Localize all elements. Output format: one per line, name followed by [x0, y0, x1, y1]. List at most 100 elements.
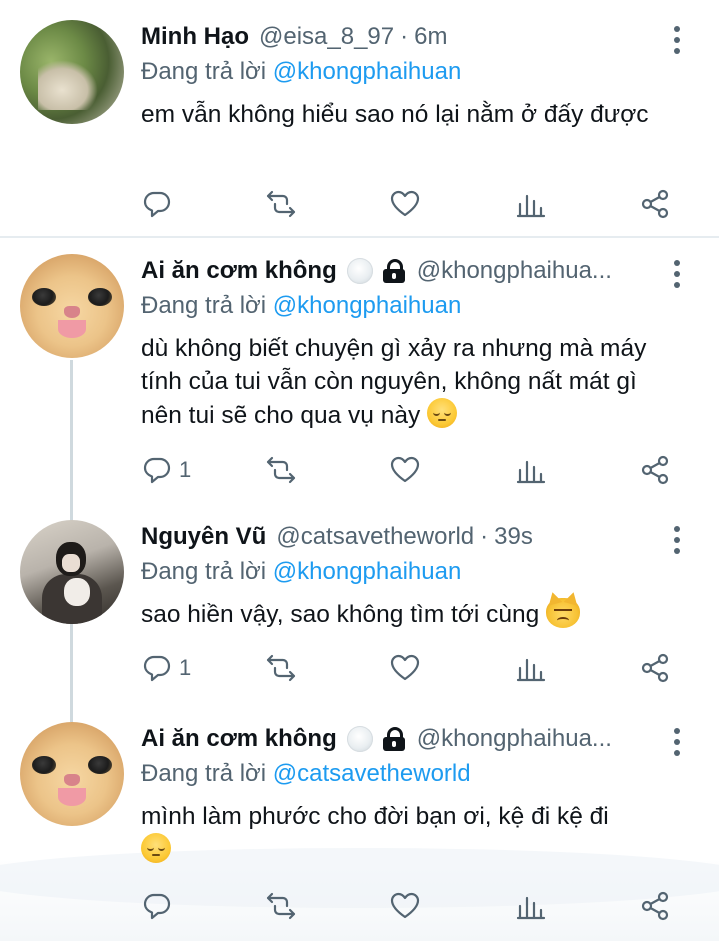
timestamp[interactable]: 39s	[494, 523, 533, 551]
tweet-divider	[0, 236, 719, 238]
cloud-badge-icon	[346, 726, 373, 752]
tweet-actions	[141, 186, 681, 222]
reply-mention-link[interactable]: @khongphaihuan	[273, 292, 462, 319]
retweet-button[interactable]	[265, 888, 297, 924]
tweet-1[interactable]: Minh Hạo @eisa_8_97 · 6m Đang trả lời @k…	[0, 20, 719, 234]
reply-icon	[143, 191, 171, 218]
avatar[interactable]	[20, 722, 124, 826]
user-handle[interactable]: @khongphaihua...	[417, 725, 612, 753]
like-button[interactable]	[389, 888, 421, 924]
heart-icon	[390, 654, 420, 681]
heart-icon	[390, 892, 420, 919]
separator-dot: ·	[480, 523, 489, 550]
tweet-text: mình làm phước cho đời bạn ơi, kệ đi kệ …	[141, 800, 681, 867]
cloud-badge-icon	[346, 258, 373, 284]
user-handle[interactable]: @khongphaihua...	[417, 257, 612, 285]
reply-prefix: Đang trả lời	[141, 558, 267, 585]
retweet-button[interactable]	[265, 650, 297, 686]
lock-icon	[382, 259, 405, 283]
tweet-body: em vẫn không hiểu sao nó lại nằm ở đấy đ…	[141, 101, 649, 128]
display-name[interactable]: Ai ăn cơm không	[141, 725, 337, 753]
tweet-actions: 1	[141, 650, 681, 686]
timestamp[interactable]: 6m	[414, 23, 447, 51]
more-vertical-icon[interactable]	[670, 26, 684, 54]
replying-to: Đang trả lời @khongphaihuan	[141, 558, 461, 586]
tweet-actions: 1	[141, 452, 681, 488]
tweet-header: Ai ăn cơm không @khongphaihua...	[141, 722, 661, 756]
tweet-text: em vẫn không hiểu sao nó lại nằm ở đấy đ…	[141, 98, 681, 131]
replying-to: Đang trả lời @catsavetheworld	[141, 760, 471, 788]
reply-prefix: Đang trả lời	[141, 58, 267, 85]
lock-icon	[382, 727, 405, 751]
tweet-text: sao hiền vậy, sao không tìm tới cùng	[141, 598, 681, 631]
user-handle[interactable]: @eisa_8_97	[259, 23, 394, 51]
heart-icon	[390, 190, 420, 217]
reply-prefix: Đang trả lời	[141, 292, 267, 319]
avatar[interactable]	[20, 520, 124, 624]
tweet-body: dù không biết chuyện gì xảy ra nhưng mà …	[141, 335, 647, 429]
pouting-cat-icon	[546, 598, 581, 628]
share-button[interactable]	[639, 186, 671, 222]
share-icon	[641, 891, 669, 921]
reply-button[interactable]: 1	[141, 650, 191, 686]
reply-count: 1	[179, 457, 192, 482]
analytics-button[interactable]	[515, 186, 547, 222]
share-icon	[641, 189, 669, 219]
reply-count: 1	[179, 655, 192, 680]
analytics-button[interactable]	[515, 650, 547, 686]
reply-icon	[143, 655, 171, 682]
like-button[interactable]	[389, 186, 421, 222]
tweet-actions	[141, 888, 681, 924]
share-button[interactable]	[639, 452, 671, 488]
reply-icon	[143, 457, 171, 484]
tweet-3[interactable]: Nguyên Vũ @catsavetheworld · 39s Đang tr…	[0, 520, 719, 690]
analytics-icon	[516, 194, 546, 218]
tweet-header: Nguyên Vũ @catsavetheworld · 39s	[141, 520, 661, 554]
pensive-face-icon	[141, 833, 171, 863]
retweet-icon	[266, 456, 296, 484]
retweet-icon	[266, 892, 296, 920]
analytics-button[interactable]	[515, 888, 547, 924]
reply-mention-link[interactable]: @khongphaihuan	[273, 58, 462, 85]
replying-to: Đang trả lời @khongphaihuan	[141, 292, 461, 320]
display-name[interactable]: Minh Hạo	[141, 23, 249, 51]
display-name[interactable]: Ai ăn cơm không	[141, 257, 337, 285]
reply-button[interactable]	[141, 186, 173, 222]
avatar[interactable]	[20, 254, 124, 358]
like-button[interactable]	[389, 650, 421, 686]
pensive-face-icon	[427, 398, 458, 428]
tweet-header: Ai ăn cơm không @khongphaihua...	[141, 254, 661, 288]
like-button[interactable]	[389, 452, 421, 488]
tweet-body: mình làm phước cho đời bạn ơi, kệ đi kệ …	[141, 803, 609, 830]
replying-to: Đang trả lời @khongphaihuan	[141, 58, 461, 86]
reply-prefix: Đang trả lời	[141, 760, 267, 787]
more-vertical-icon[interactable]	[670, 526, 684, 554]
reply-icon	[143, 893, 171, 920]
share-icon	[641, 455, 669, 485]
retweet-button[interactable]	[265, 186, 297, 222]
tweet-text: dù không biết chuyện gì xảy ra nhưng mà …	[141, 332, 681, 432]
share-button[interactable]	[639, 650, 671, 686]
tweet-4[interactable]: Ai ăn cơm không @khongphaihua... Đang tr…	[0, 722, 719, 932]
analytics-icon	[516, 460, 546, 484]
heart-icon	[390, 456, 420, 483]
reply-mention-link[interactable]: @catsavetheworld	[273, 760, 471, 787]
separator-dot: ·	[400, 23, 409, 50]
retweet-icon	[266, 654, 296, 682]
retweet-button[interactable]	[265, 452, 297, 488]
avatar[interactable]	[20, 20, 124, 124]
tweet-header: Minh Hạo @eisa_8_97 · 6m	[141, 20, 661, 54]
reply-button[interactable]	[141, 888, 173, 924]
display-name[interactable]: Nguyên Vũ	[141, 523, 266, 551]
share-icon	[641, 653, 669, 683]
reply-button[interactable]: 1	[141, 452, 191, 488]
analytics-icon	[516, 658, 546, 682]
analytics-button[interactable]	[515, 452, 547, 488]
tweet-2[interactable]: Ai ăn cơm không @khongphaihua... Đang tr…	[0, 254, 719, 494]
reply-mention-link[interactable]: @khongphaihuan	[273, 558, 462, 585]
more-vertical-icon[interactable]	[670, 728, 684, 756]
retweet-icon	[266, 190, 296, 218]
share-button[interactable]	[639, 888, 671, 924]
more-vertical-icon[interactable]	[670, 260, 684, 288]
user-handle[interactable]: @catsavetheworld	[276, 523, 474, 551]
